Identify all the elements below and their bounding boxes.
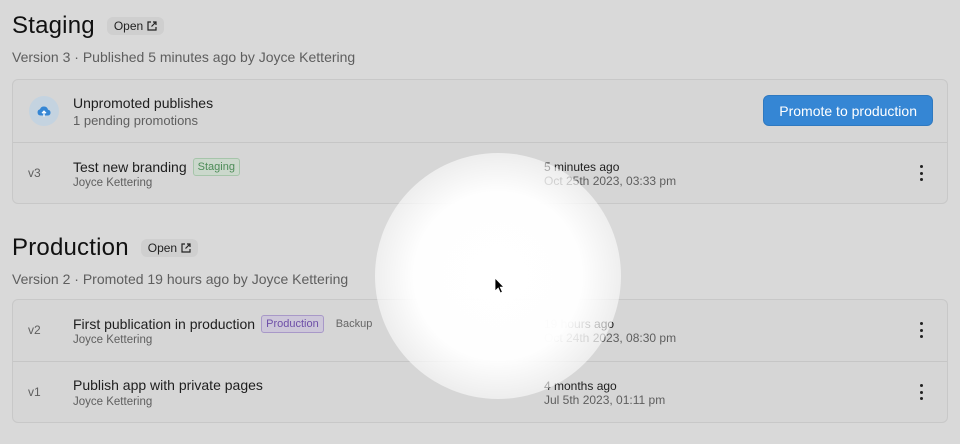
mouse-cursor-icon [494, 277, 505, 294]
version-time-absolute: Oct 25th 2023, 03:33 pm [544, 174, 677, 188]
more-options-icon[interactable] [917, 322, 925, 338]
production-subtitle: Version 2 · Promoted 19 hours ago by Joy… [12, 271, 349, 287]
promotion-subtitle: 1 pending promotions [73, 113, 199, 128]
version-title: Test new branding [73, 159, 187, 175]
version-label: v1 [28, 385, 41, 399]
version-label: v2 [28, 323, 41, 337]
version-row-v3[interactable]: v3 Test new branding Staging Joyce Kette… [13, 142, 947, 203]
version-title-group: First publication in production Producti… [73, 315, 376, 333]
version-author: Joyce Kettering [73, 396, 153, 408]
version-time-relative: 19 hours ago [544, 317, 615, 331]
version-title-group: Test new branding Staging [73, 158, 240, 176]
production-title-row: Production Open [12, 234, 348, 262]
staging-badge: Staging [192, 158, 240, 176]
staging-subtitle: Version 3 · Published 5 minutes ago by J… [12, 49, 356, 65]
external-link-icon [147, 21, 157, 31]
production-badge: Production [261, 315, 324, 333]
production-card: v2 First publication in production Produ… [12, 299, 948, 423]
backup-badge: Backup [335, 318, 373, 330]
version-title-group: Publish app with private pages [73, 377, 263, 393]
version-time-relative: 5 minutes ago [544, 160, 620, 174]
production-header: Production Open Version 2 · Promoted 19 … [12, 234, 348, 287]
version-title: First publication in production [73, 316, 256, 332]
version-title: Publish app with private pages [73, 377, 263, 393]
version-time-absolute: Oct 24th 2023, 08:30 pm [544, 331, 677, 345]
staging-open-label: Open [113, 19, 144, 33]
version-time-absolute: Jul 5th 2023, 01:11 pm [544, 393, 666, 407]
version-label: v3 [28, 166, 41, 180]
staging-header: Staging Open Version 3 · Published 5 min… [12, 12, 355, 65]
production-open-label: Open [147, 241, 178, 255]
version-row-v2[interactable]: v2 First publication in production Produ… [13, 300, 947, 361]
promotion-title: Unpromoted publishes [73, 95, 214, 111]
promote-to-production-button[interactable]: Promote to production [763, 95, 933, 126]
version-time-relative: 4 months ago [544, 379, 617, 393]
version-row-v1[interactable]: v1 Publish app with private pages Joyce … [13, 361, 947, 422]
production-open-button[interactable]: Open [140, 239, 199, 257]
version-author: Joyce Kettering [73, 177, 153, 189]
version-author: Joyce Kettering [73, 334, 153, 346]
cloud-upload-icon [29, 96, 59, 126]
promotion-row: Unpromoted publishes 1 pending promotion… [13, 80, 947, 142]
production-title: Production [12, 234, 129, 261]
staging-title-row: Staging Open [12, 12, 355, 40]
more-options-icon[interactable] [917, 165, 925, 181]
staging-open-button[interactable]: Open [106, 17, 165, 35]
external-link-icon [181, 243, 191, 253]
more-options-icon[interactable] [917, 384, 925, 400]
staging-card: Unpromoted publishes 1 pending promotion… [12, 79, 948, 204]
staging-title: Staging [12, 12, 95, 39]
